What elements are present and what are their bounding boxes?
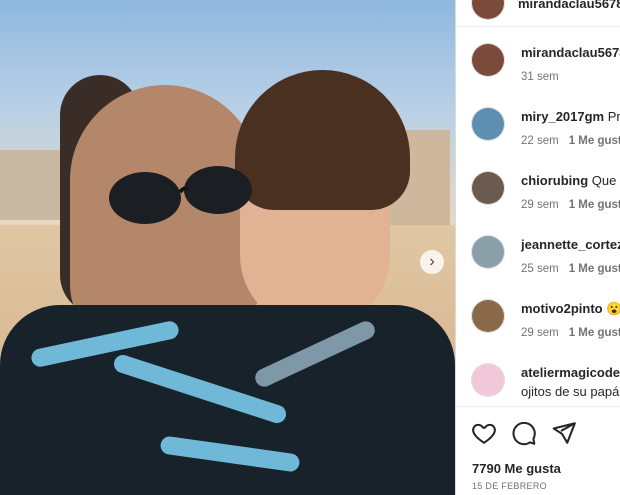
author-avatar[interactable]	[471, 0, 505, 20]
comment-text: 😮	[606, 301, 620, 316]
comment-item: miry_2017gm Pre 22 sem 1 Me gust	[471, 107, 620, 171]
comment-text: Que	[591, 173, 617, 188]
comment-likes[interactable]: 1 Me gust	[569, 135, 620, 147]
post-photo[interactable]: ›	[0, 0, 455, 495]
header-divider	[456, 26, 620, 27]
comment-likes[interactable]: 1 Me gust	[569, 327, 620, 339]
comment-time: 22 sem	[521, 135, 559, 147]
commenter-avatar[interactable]	[471, 299, 505, 333]
comment-text: ojitos de su papá	[521, 384, 620, 399]
commenter-avatar[interactable]	[471, 43, 505, 77]
comment-item: ateliermagicode ojitos de su papá	[471, 363, 620, 427]
comment-likes[interactable]: 1 Me gust	[569, 263, 620, 275]
post-header: mirandaclau5678	[471, 0, 620, 20]
commenter-username[interactable]: miry_2017gm	[521, 109, 604, 124]
commenter-username[interactable]: mirandaclau5678	[521, 45, 620, 60]
commenter-username[interactable]: motivo2pinto	[521, 301, 603, 316]
comment-time: 29 sem	[521, 199, 559, 211]
author-username[interactable]: mirandaclau5678	[518, 0, 620, 11]
like-count[interactable]: 7790 Me gusta	[472, 461, 561, 476]
post-side-panel: mirandaclau5678 mirandaclau5678 31 sem m…	[455, 0, 620, 495]
commenter-avatar[interactable]	[471, 363, 505, 397]
commenter-avatar[interactable]	[471, 107, 505, 141]
heart-icon[interactable]	[471, 420, 497, 446]
share-icon[interactable]	[551, 420, 577, 446]
comment-time: 31 sem	[521, 71, 559, 83]
actions-divider	[456, 406, 620, 407]
comment-text: Pre	[607, 109, 620, 124]
commenter-username[interactable]: ateliermagicode	[521, 365, 620, 380]
comment-icon[interactable]	[511, 420, 537, 446]
sunglasses	[109, 166, 252, 224]
scarf	[0, 305, 455, 495]
commenter-username[interactable]: jeannette_cortez	[521, 237, 620, 252]
commenter-avatar[interactable]	[471, 235, 505, 269]
next-photo-button[interactable]: ›	[420, 250, 444, 274]
comment-item: chiorubing Que 29 sem 1 Me gust	[471, 171, 620, 235]
hair	[235, 70, 410, 210]
comment-likes[interactable]: 1 Me gust	[569, 199, 620, 211]
commenter-username[interactable]: chiorubing	[521, 173, 588, 188]
comment-list: mirandaclau5678 31 sem miry_2017gm Pre 2…	[471, 43, 620, 427]
chevron-right-icon: ›	[429, 253, 435, 270]
comment-time: 25 sem	[521, 263, 559, 275]
post-date: 15 DE FEBRERO	[472, 481, 547, 491]
comment-item: mirandaclau5678 31 sem	[471, 43, 620, 107]
commenter-avatar[interactable]	[471, 171, 505, 205]
comment-item: jeannette_cortez 25 sem 1 Me gust	[471, 235, 620, 299]
post-actions	[471, 420, 577, 446]
comment-item: motivo2pinto 😮 29 sem 1 Me gust	[471, 299, 620, 363]
comment-time: 29 sem	[521, 327, 559, 339]
